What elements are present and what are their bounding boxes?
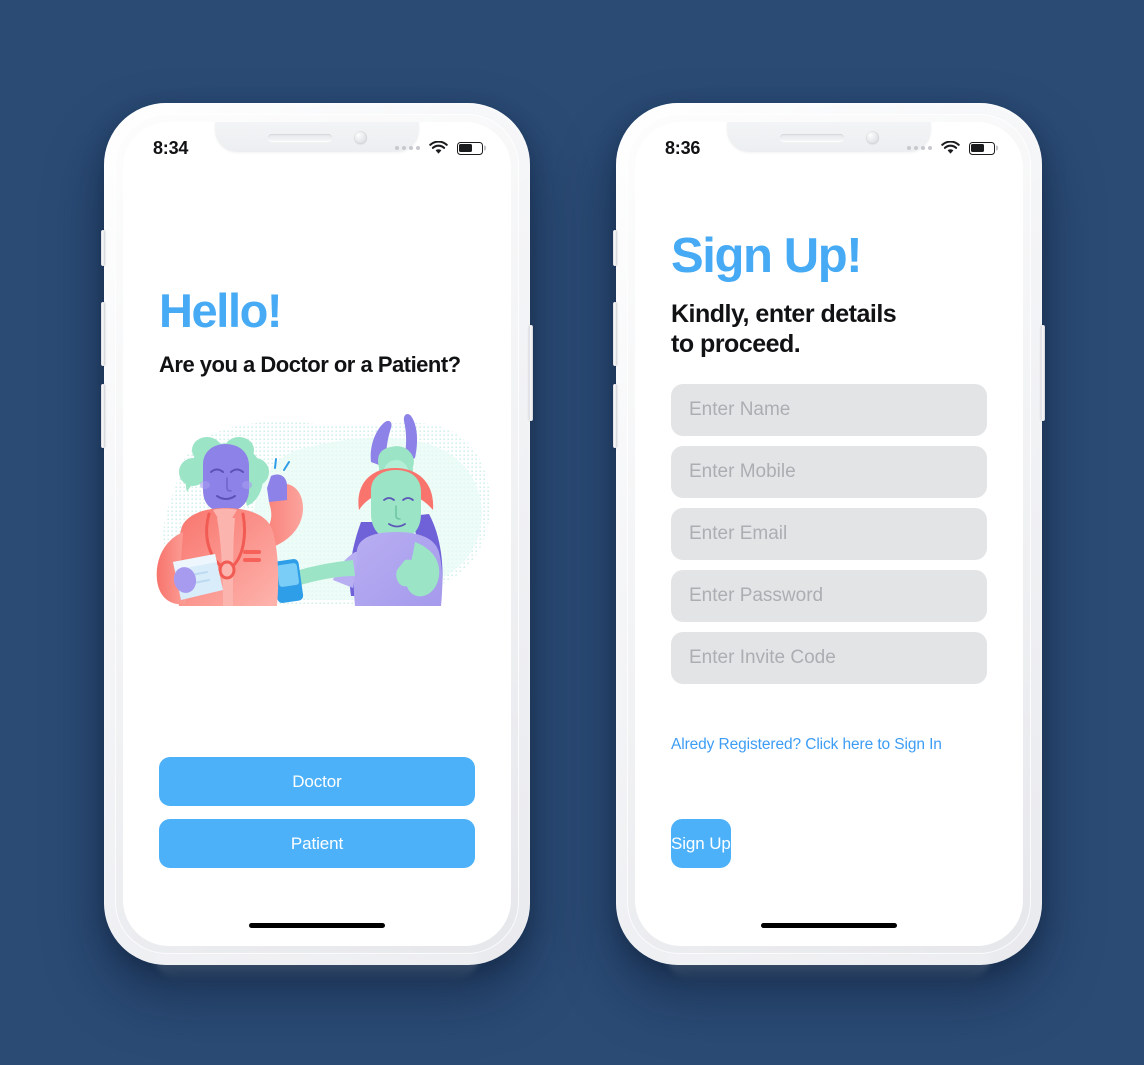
mockup-stage: 8:34 Hello! Are you a Doctor or a Patien… — [0, 0, 1144, 1065]
signal-dots-icon — [907, 146, 932, 150]
phone-one-bezel: 8:34 Hello! Are you a Doctor or a Patien… — [115, 114, 519, 954]
name-input[interactable] — [671, 384, 987, 436]
power-button-two[interactable] — [1041, 325, 1045, 421]
sign-up-button[interactable]: Sign Up — [671, 819, 731, 868]
signup-submit-wrap: Sign Up — [671, 819, 987, 868]
status-bar-two: 8:36 — [635, 122, 1023, 170]
page-subtitle-role-question: Are you a Doctor or a Patient? — [159, 352, 461, 377]
phone-two-screen: 8:36 Sign Up! Kindly, enter details to p… — [635, 122, 1023, 946]
status-time: 8:36 — [665, 137, 701, 158]
patient-button[interactable]: Patient — [159, 819, 475, 868]
role-button-stack: Doctor Patient — [159, 757, 475, 868]
silent-switch-button[interactable] — [101, 230, 105, 266]
phone-two-bezel: 8:36 Sign Up! Kindly, enter details to p… — [627, 114, 1031, 954]
volume-up-button[interactable] — [101, 302, 105, 366]
doctor-and-patient-illustration — [147, 410, 501, 622]
status-icons — [395, 137, 483, 155]
page-title-hello: Hello! — [159, 284, 283, 337]
screen-one-content: Hello! Are you a Doctor or a Patient? Do… — [123, 122, 511, 946]
status-icons — [907, 137, 995, 155]
silent-switch-button-two[interactable] — [613, 230, 617, 266]
battery-icon — [457, 141, 483, 155]
page-title-signup: Sign Up! — [671, 229, 863, 283]
volume-up-button-two[interactable] — [613, 302, 617, 366]
phone-device-one: 8:34 Hello! Are you a Doctor or a Patien… — [101, 103, 533, 981]
email-input[interactable] — [671, 508, 987, 560]
phone-one-screen: 8:34 Hello! Are you a Doctor or a Patien… — [123, 122, 511, 946]
signup-form — [671, 384, 987, 684]
page-subtitle-instructions: Kindly, enter details to proceed. — [671, 300, 897, 358]
screen-two-content: Sign Up! Kindly, enter details to procee… — [635, 122, 1023, 946]
invite-code-input[interactable] — [671, 632, 987, 684]
volume-down-button[interactable] — [101, 384, 105, 448]
volume-down-button-two[interactable] — [613, 384, 617, 448]
phone-device-two: 8:36 Sign Up! Kindly, enter details to p… — [613, 103, 1045, 981]
status-bar-one: 8:34 — [123, 122, 511, 170]
doctor-button[interactable]: Doctor — [159, 757, 475, 806]
status-time: 8:34 — [153, 137, 189, 158]
password-input[interactable] — [671, 570, 987, 622]
phone-one-reflection — [154, 953, 480, 981]
wifi-icon — [941, 141, 960, 155]
sign-in-link[interactable]: Alredy Registered? Click here to Sign In — [671, 736, 942, 754]
home-indicator-two[interactable] — [761, 923, 897, 928]
battery-icon — [969, 141, 995, 155]
mobile-input[interactable] — [671, 446, 987, 498]
phone-two-reflection — [666, 953, 992, 981]
home-indicator-one[interactable] — [249, 923, 385, 928]
signal-dots-icon — [395, 146, 420, 150]
power-button[interactable] — [529, 325, 533, 421]
wifi-icon — [429, 141, 448, 155]
